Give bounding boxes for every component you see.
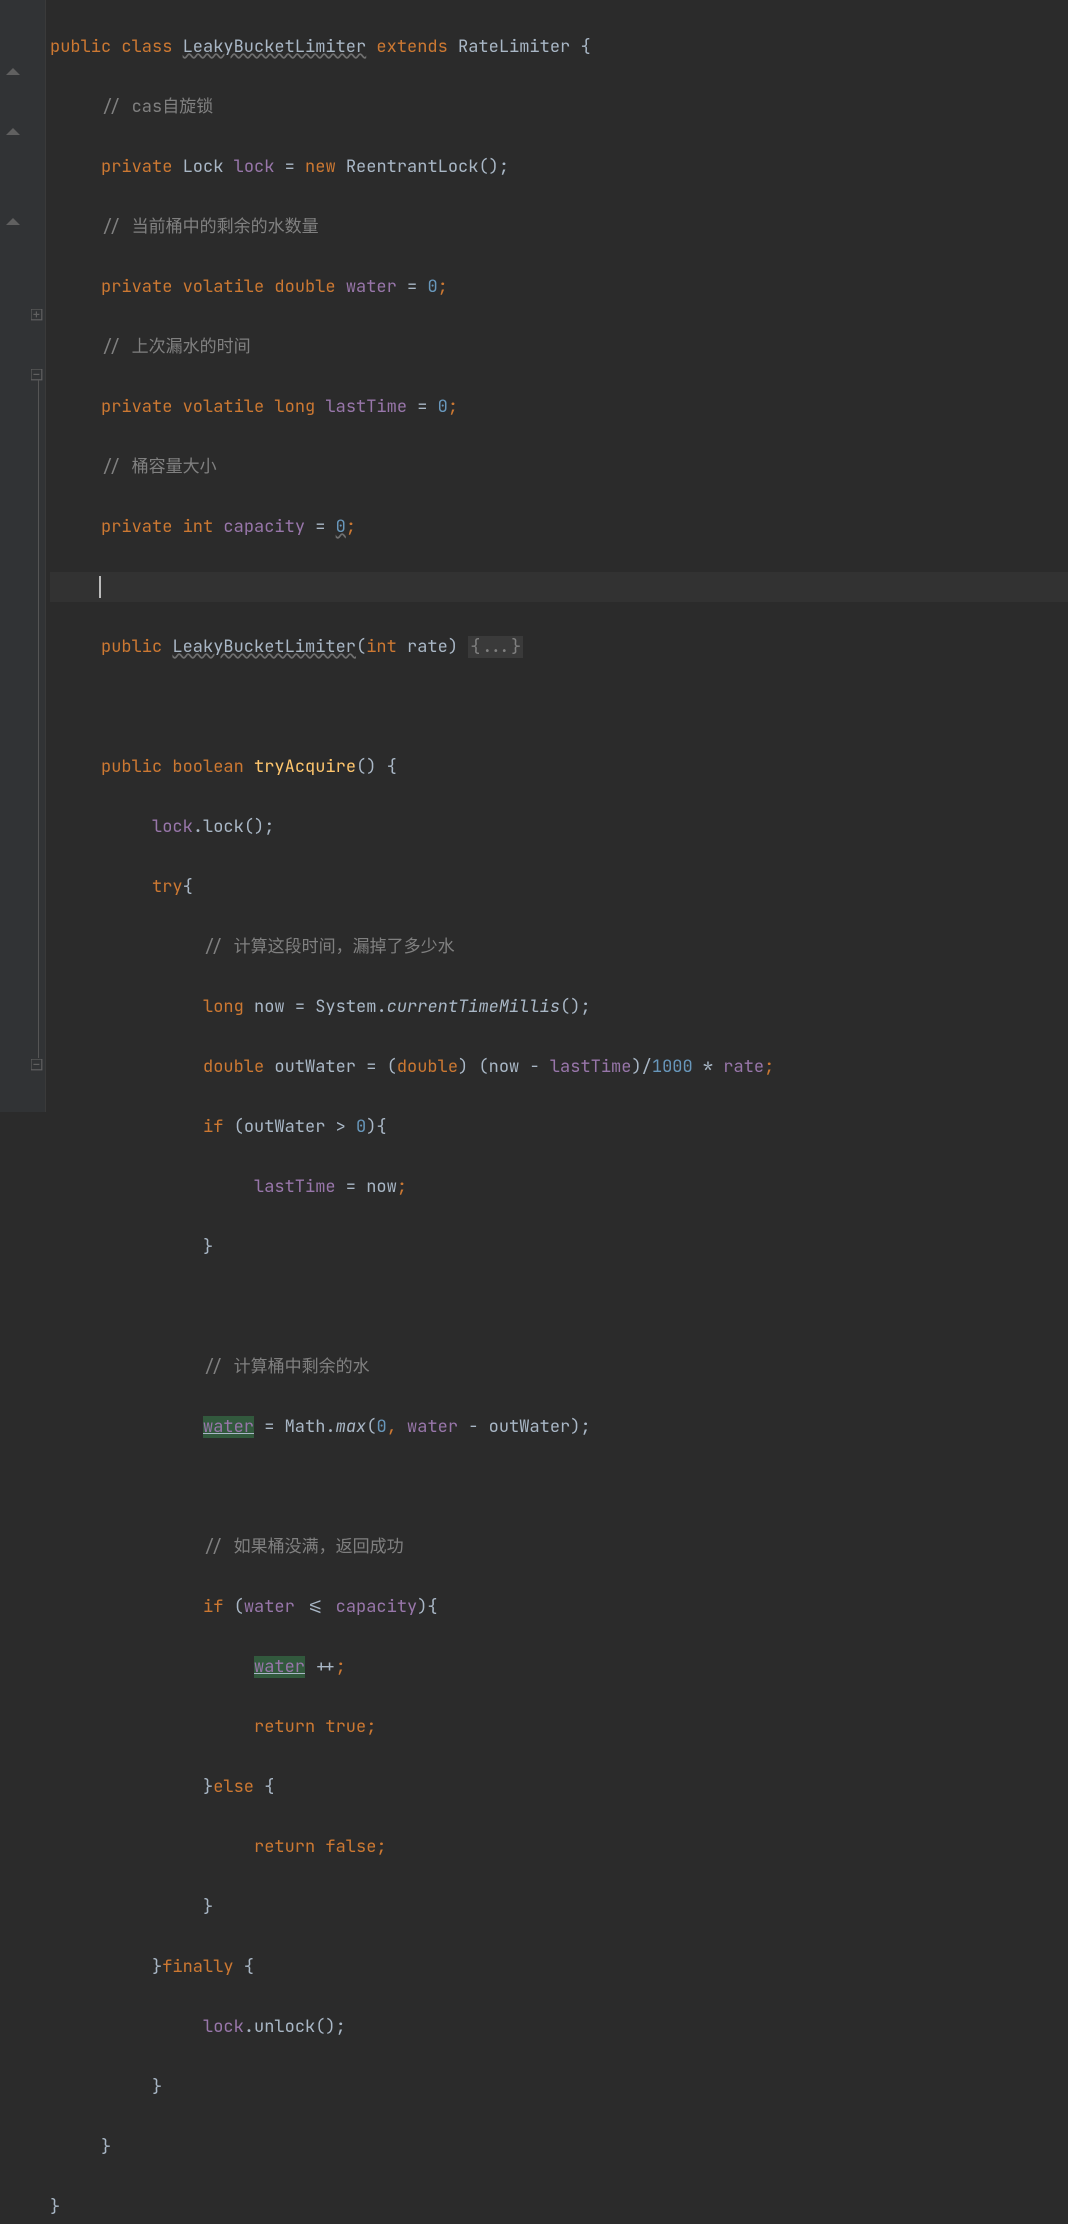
code-line: private volatile double water = 0; bbox=[50, 272, 1068, 302]
code-line: lock.unlock(); bbox=[50, 2012, 1068, 2042]
code-line: // cas自旋锁 bbox=[50, 92, 1068, 122]
empty-line bbox=[50, 1292, 1068, 1322]
code-line: } bbox=[50, 1892, 1068, 1922]
fold-expand-icon[interactable] bbox=[31, 309, 43, 321]
empty-line bbox=[50, 692, 1068, 722]
code-line: // 上次漏水的时间 bbox=[50, 332, 1068, 362]
code-line: private Lock lock = new ReentrantLock(); bbox=[50, 152, 1068, 182]
fold-end-icon[interactable] bbox=[31, 1059, 43, 1071]
override-icon[interactable] bbox=[6, 68, 20, 82]
code-line: public class LeakyBucketLimiter extends … bbox=[50, 32, 1068, 62]
code-line: double outWater = (double) (now - lastTi… bbox=[50, 1052, 1068, 1082]
code-line: water ++; bbox=[50, 1652, 1068, 1682]
code-line: water = Math.max(0, water - outWater); bbox=[50, 1412, 1068, 1442]
editor-gutter bbox=[0, 0, 46, 1112]
code-line: } bbox=[50, 2192, 1068, 2222]
code-line: if (water <= capacity){ bbox=[50, 1592, 1068, 1622]
override-icon[interactable] bbox=[6, 218, 20, 232]
code-editor[interactable]: public class LeakyBucketLimiter extends … bbox=[46, 0, 1068, 1112]
code-line: lock.lock(); bbox=[50, 812, 1068, 842]
code-line: // 计算这段时间，漏掉了多少水 bbox=[50, 932, 1068, 962]
code-line: }finally { bbox=[50, 1952, 1068, 1982]
code-line: private volatile long lastTime = 0; bbox=[50, 392, 1068, 422]
code-line: // 当前桶中的剩余的水数量 bbox=[50, 212, 1068, 242]
code-line: public boolean tryAcquire() { bbox=[50, 752, 1068, 782]
code-line: } bbox=[50, 2132, 1068, 2162]
code-line: public LeakyBucketLimiter(int rate) {...… bbox=[50, 632, 1068, 662]
code-line: try{ bbox=[50, 872, 1068, 902]
text-caret bbox=[99, 576, 101, 598]
code-line: return true; bbox=[50, 1712, 1068, 1742]
empty-line bbox=[50, 1472, 1068, 1502]
override-icon[interactable] bbox=[6, 128, 20, 142]
code-line: // 计算桶中剩余的水 bbox=[50, 1352, 1068, 1382]
code-line: // 如果桶没满，返回成功 bbox=[50, 1532, 1068, 1562]
code-line: private int capacity = 0; bbox=[50, 512, 1068, 542]
current-line bbox=[50, 572, 1068, 602]
fold-collapse-icon[interactable] bbox=[31, 369, 43, 381]
fold-guide-line bbox=[38, 380, 39, 1058]
code-line: lastTime = now; bbox=[50, 1172, 1068, 1202]
folded-block[interactable]: {...} bbox=[468, 636, 523, 658]
code-line: if (outWater > 0){ bbox=[50, 1112, 1068, 1142]
code-line: long now = System.currentTimeMillis(); bbox=[50, 992, 1068, 1022]
code-line: // 桶容量大小 bbox=[50, 452, 1068, 482]
code-line: return false; bbox=[50, 1832, 1068, 1862]
code-line: } bbox=[50, 2072, 1068, 2102]
code-line: } bbox=[50, 1232, 1068, 1262]
code-line: }else { bbox=[50, 1772, 1068, 1802]
